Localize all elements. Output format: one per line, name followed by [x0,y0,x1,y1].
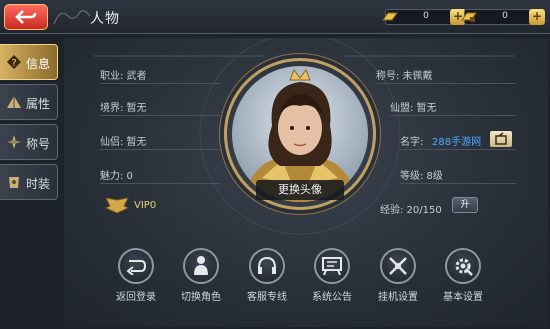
crossed-swords-icon [389,257,407,275]
character-icon [194,256,208,275]
exp-text: 经验: 20/150 [380,205,442,216]
locked-gold-icon [461,12,477,22]
charm-text: 魅力: 0 [100,171,133,182]
name-label: 名字: [400,137,424,148]
switch-character-circle [183,248,219,284]
edit-name-button[interactable] [490,131,512,147]
tab-fashion-label: 时装 [26,177,51,191]
gold-value: 0 [423,11,429,21]
name-value: 288手游网 [432,137,482,148]
realm-text: 境界: 暂无 [100,103,147,114]
profession-row: 职业: 武者 [100,62,220,84]
level-row: 等级: 8级 [400,162,516,184]
return-login-circle [118,248,154,284]
vip-wings-icon [104,197,130,214]
armor-icon [9,177,19,188]
auto-battle-circle [380,248,416,284]
settings-gear-icon [455,258,473,276]
return-login-button[interactable]: 返回登录 [106,248,166,304]
profession-text: 职业: 武者 [100,71,147,82]
question-icon: ? [7,55,21,69]
compass-icon [7,135,21,149]
svg-text:?: ? [11,58,16,69]
basic-settings-button[interactable]: 基本设置 [433,248,493,304]
level-up-button[interactable]: 升 [452,197,478,213]
charm-row: 魅力: 0 [100,162,220,184]
partner-text: 仙侣: 暂无 [100,137,147,148]
basic-settings-circle [445,248,481,284]
headset-icon [258,256,276,274]
customer-service-button[interactable]: 客服专线 [237,248,297,304]
pyramid-icon [7,96,21,108]
locked-gold-resource: 0 + [461,9,545,25]
auto-battle-settings-button[interactable]: 挂机设置 [368,248,428,304]
tab-attributes-label: 属性 [26,97,51,111]
guild-text: 仙盟: 暂无 [390,103,437,114]
title-text: 称号: 未佩戴 [376,71,433,82]
edit-icon [495,132,507,145]
level-text: 等级: 8级 [400,171,443,182]
vip-level: VIP0 [134,200,157,211]
tab-info-label: 信息 [26,57,51,71]
locked-gold-value: 0 [502,11,508,21]
tab-title[interactable]: 称号 [0,124,58,160]
vip-badge[interactable]: VIP0 [104,196,164,216]
notice-board-icon [322,257,342,276]
gold-resource: 0 + [382,9,466,25]
exp-row: 经验: 20/150 [380,196,450,218]
basic-settings-label: 基本设置 [443,292,483,303]
title-cloud-decoration [53,9,91,25]
customer-service-circle [249,248,285,284]
switch-character-button[interactable]: 切换角色 [171,248,231,304]
back-arrow-icon [15,10,37,24]
return-arrow-icon [126,260,147,275]
partner-row: 仙侣: 暂无 [100,128,220,150]
gold-bar-icon [382,12,398,21]
add-locked-gold-button[interactable]: + [529,9,545,25]
system-notice-circle [314,248,350,284]
tab-attributes[interactable]: 属性 [0,84,58,120]
tab-title-label: 称号 [26,137,51,151]
system-notice-button[interactable]: 系统公告 [302,248,362,304]
guild-row: 仙盟: 暂无 [390,94,516,116]
top-bar: 人物 0 + 0 + [0,0,550,34]
tab-fashion[interactable]: 时装 [0,164,58,200]
realm-row: 境界: 暂无 [100,94,220,116]
back-button[interactable] [4,4,48,30]
change-avatar-button[interactable]: 更换头像 [256,180,344,200]
page-title: 人物 [90,11,120,27]
tab-info[interactable]: ? 信息 [0,44,58,80]
title-row: 称号: 未佩戴 [376,62,516,84]
